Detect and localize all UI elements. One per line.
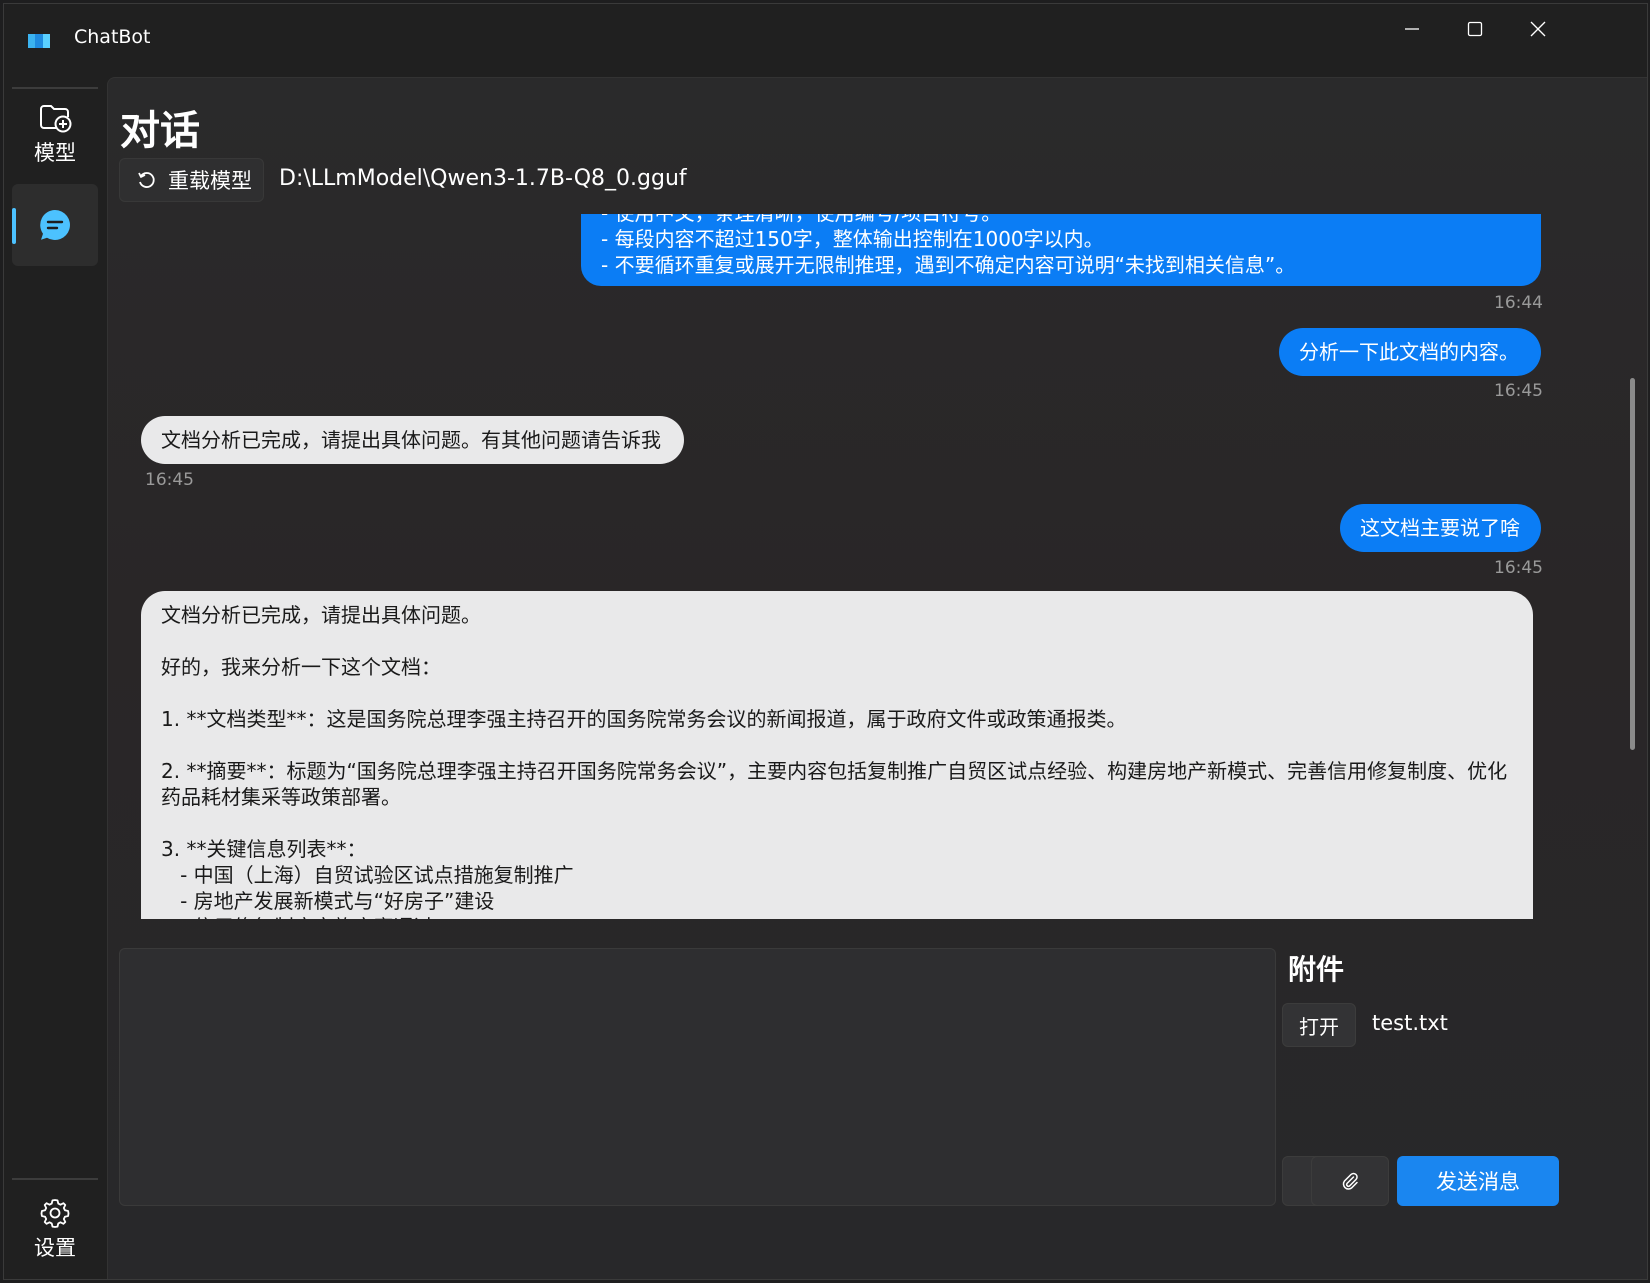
send-message-button[interactable]: 发送消息 <box>1397 1156 1559 1206</box>
sidebar-item-model[interactable]: 模型 <box>12 94 98 174</box>
attachments-title: 附件 <box>1288 953 1345 986</box>
open-attachment-button[interactable]: 打开 <box>1282 1003 1356 1047</box>
close-icon <box>1530 21 1546 37</box>
user-message: - 使用中文，条理清晰，使用编号/项目符号。 - 每段内容不超过150字，整体输… <box>581 214 1541 286</box>
app-title: ChatBot <box>74 26 151 48</box>
sidebar-item-label: 设置 <box>34 1236 76 1260</box>
app-logo-icon <box>28 34 50 48</box>
minimize-icon <box>1405 28 1419 30</box>
bot-message: 文档分析已完成，请提出具体问题。有其他问题请告诉我 <box>141 416 684 464</box>
close-button[interactable] <box>1505 4 1571 54</box>
sidebar-divider <box>12 1178 98 1180</box>
active-indicator <box>12 208 16 244</box>
message-time: 16:45 <box>1494 558 1543 578</box>
sidebar-divider <box>12 87 98 89</box>
maximize-button[interactable] <box>1442 4 1508 54</box>
sidebar-item-settings[interactable]: 设置 <box>12 1189 98 1271</box>
gear-icon <box>40 1199 70 1228</box>
chat-icon <box>40 210 70 240</box>
attachment-file-name: test.txt <box>1372 1011 1448 1035</box>
model-path: D:\LLmModel\Qwen3-1.7B-Q8_0.gguf <box>279 166 687 191</box>
paperclip-icon <box>1342 1172 1358 1190</box>
user-message: 这文档主要说了啥 <box>1340 504 1541 552</box>
refresh-icon <box>138 172 155 188</box>
message-time: 16:44 <box>1494 293 1543 313</box>
message-list[interactable]: - 使用中文，条理清晰，使用编号/项目符号。 - 每段内容不超过150字，整体输… <box>119 214 1553 919</box>
sidebar: 模型 设置 <box>4 74 107 1279</box>
scrollbar[interactable] <box>1630 378 1635 750</box>
maximize-icon <box>1467 21 1483 37</box>
sidebar-item-label: 模型 <box>34 141 76 165</box>
message-time: 16:45 <box>1494 381 1543 401</box>
title-bar: ChatBot <box>4 4 1647 74</box>
message-input[interactable] <box>119 948 1276 1206</box>
attach-button[interactable] <box>1311 1156 1389 1206</box>
folder-add-icon <box>40 105 72 133</box>
minimize-button[interactable] <box>1379 4 1445 54</box>
app-window: ChatBot 模型 设置 对话 重载模型 D:\LLmModel\Qwen3-… <box>3 3 1648 1280</box>
chat-page: 对话 重载模型 D:\LLmModel\Qwen3-1.7B-Q8_0.gguf… <box>107 77 1647 1279</box>
page-title: 对话 <box>120 108 200 154</box>
user-message: 分析一下此文档的内容。 <box>1279 328 1541 376</box>
sidebar-item-chat[interactable] <box>12 184 98 266</box>
message-time: 16:45 <box>145 470 194 490</box>
bot-message: 文档分析已完成，请提出具体问题。 好的，我来分析一下这个文档： 1. **文档类… <box>141 591 1533 919</box>
reload-model-label: 重载模型 <box>168 169 252 193</box>
reload-model-button[interactable]: 重载模型 <box>119 158 264 202</box>
